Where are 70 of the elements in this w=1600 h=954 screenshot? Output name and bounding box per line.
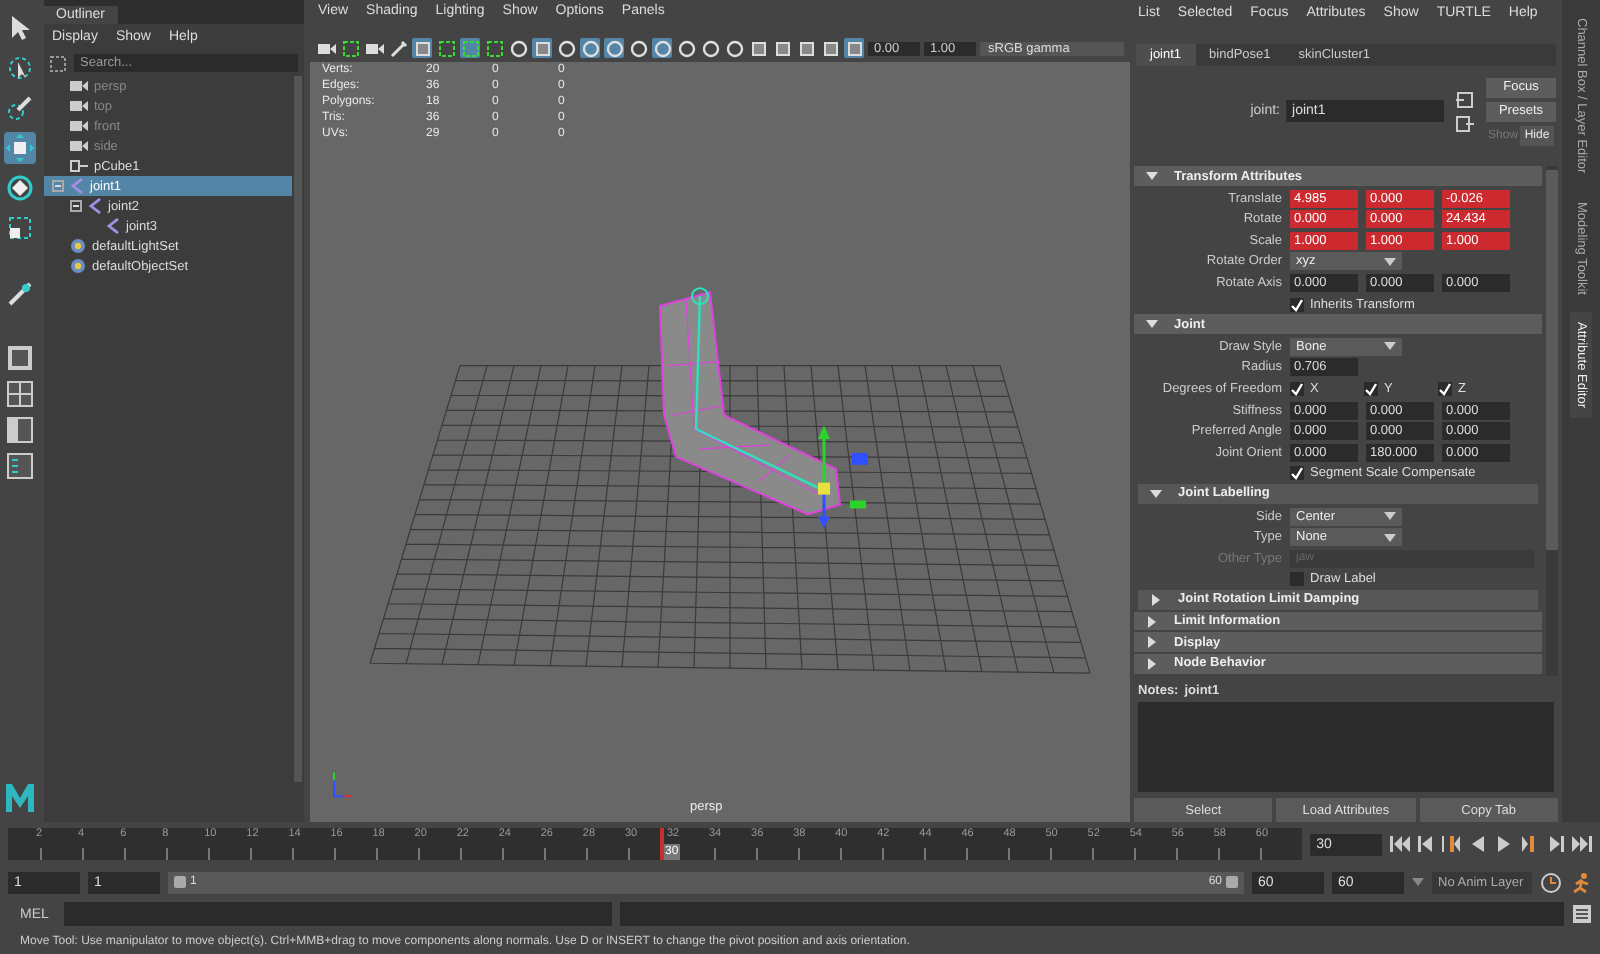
disclosure-arrow-icon[interactable] xyxy=(1150,487,1162,500)
maya-logo-icon xyxy=(4,782,36,814)
outliner-layout-icon[interactable] xyxy=(6,452,34,480)
square-toolbar-icon[interactable] xyxy=(772,38,792,58)
play-forward-icon[interactable] xyxy=(1494,836,1514,852)
frame-toolbar-icon[interactable] xyxy=(436,38,456,58)
checkmark-icon xyxy=(1290,381,1304,396)
move-manipulator-drawing xyxy=(818,425,868,529)
camera-icon xyxy=(70,100,88,112)
frame-toolbar-icon[interactable] xyxy=(340,38,360,58)
camera-icon xyxy=(70,140,88,152)
round-toolbar-icon[interactable] xyxy=(652,38,672,58)
selection-icon xyxy=(50,55,66,71)
round-toolbar-icon[interactable] xyxy=(580,38,600,58)
split-layout-icon[interactable] xyxy=(6,416,34,444)
camera-toolbar-icon[interactable] xyxy=(316,38,336,58)
square-toolbar-icon[interactable] xyxy=(844,38,864,58)
axis-indicator-icon xyxy=(333,771,353,798)
running-figure-icon[interactable] xyxy=(1570,871,1592,893)
dropdown-arrow-icon[interactable] xyxy=(1384,257,1396,266)
go-to-start-icon[interactable] xyxy=(1390,836,1410,852)
round-toolbar-icon[interactable] xyxy=(628,38,648,58)
scale-tool-icon[interactable] xyxy=(4,212,36,244)
round-toolbar-icon[interactable] xyxy=(724,38,744,58)
camera-toolbar-icon[interactable] xyxy=(364,38,384,58)
paint-toolbar-icon[interactable] xyxy=(388,38,408,58)
notes-field[interactable] xyxy=(1138,701,1554,792)
command-input[interactable] xyxy=(64,902,612,926)
step-back-key-icon[interactable] xyxy=(1416,836,1436,852)
disclosure-arrow-icon[interactable] xyxy=(1146,170,1158,182)
script-editor-icon[interactable] xyxy=(1572,904,1592,924)
step-forward-frame-icon[interactable] xyxy=(1520,836,1540,852)
command-result-field[interactable] xyxy=(620,902,1564,926)
camera-icon xyxy=(70,80,88,92)
round-toolbar-icon[interactable] xyxy=(556,38,576,58)
frame-toolbar-icon[interactable] xyxy=(484,38,504,58)
paint-tool-icon[interactable] xyxy=(4,92,36,124)
output-connections-icon[interactable] xyxy=(1456,115,1474,132)
soft-select-icon[interactable] xyxy=(6,280,34,308)
disclosure-arrow-icon[interactable] xyxy=(1146,318,1158,331)
lasso-tool-icon[interactable] xyxy=(4,52,36,84)
step-back-frame-icon[interactable] xyxy=(1442,836,1462,852)
square-toolbar-icon[interactable] xyxy=(748,38,768,58)
single-layout-icon[interactable] xyxy=(6,344,34,372)
square-toolbar-icon[interactable] xyxy=(796,38,816,58)
input-connections-icon[interactable] xyxy=(1456,91,1474,108)
step-forward-key-icon[interactable] xyxy=(1546,836,1566,852)
round-toolbar-icon[interactable] xyxy=(604,38,624,58)
square-toolbar-icon[interactable] xyxy=(412,38,432,58)
round-toolbar-icon[interactable] xyxy=(676,38,696,58)
mesh-icon xyxy=(70,160,88,172)
expand-icon[interactable] xyxy=(70,200,82,212)
go-to-end-icon[interactable] xyxy=(1572,836,1592,852)
checkmark-icon xyxy=(1364,381,1378,396)
round-toolbar-icon[interactable] xyxy=(508,38,528,58)
rotate-tool-icon[interactable] xyxy=(4,172,36,204)
move-tool-icon[interactable] xyxy=(4,132,36,164)
round-toolbar-icon[interactable] xyxy=(700,38,720,58)
square-toolbar-icon[interactable] xyxy=(820,38,840,58)
dropdown-arrow-icon[interactable] xyxy=(1412,878,1424,886)
play-backward-icon[interactable] xyxy=(1468,836,1488,852)
clock-icon[interactable] xyxy=(1540,871,1562,893)
square-toolbar-icon[interactable] xyxy=(532,38,552,58)
checkmark-icon xyxy=(1438,381,1452,396)
checkmark-icon xyxy=(1290,466,1304,481)
four-layout-icon[interactable] xyxy=(6,380,34,408)
camera-icon xyxy=(70,120,88,132)
dropdown-arrow-icon[interactable] xyxy=(1384,342,1396,351)
frame-toolbar-icon[interactable] xyxy=(460,38,480,58)
checkmark-icon xyxy=(1290,297,1304,312)
